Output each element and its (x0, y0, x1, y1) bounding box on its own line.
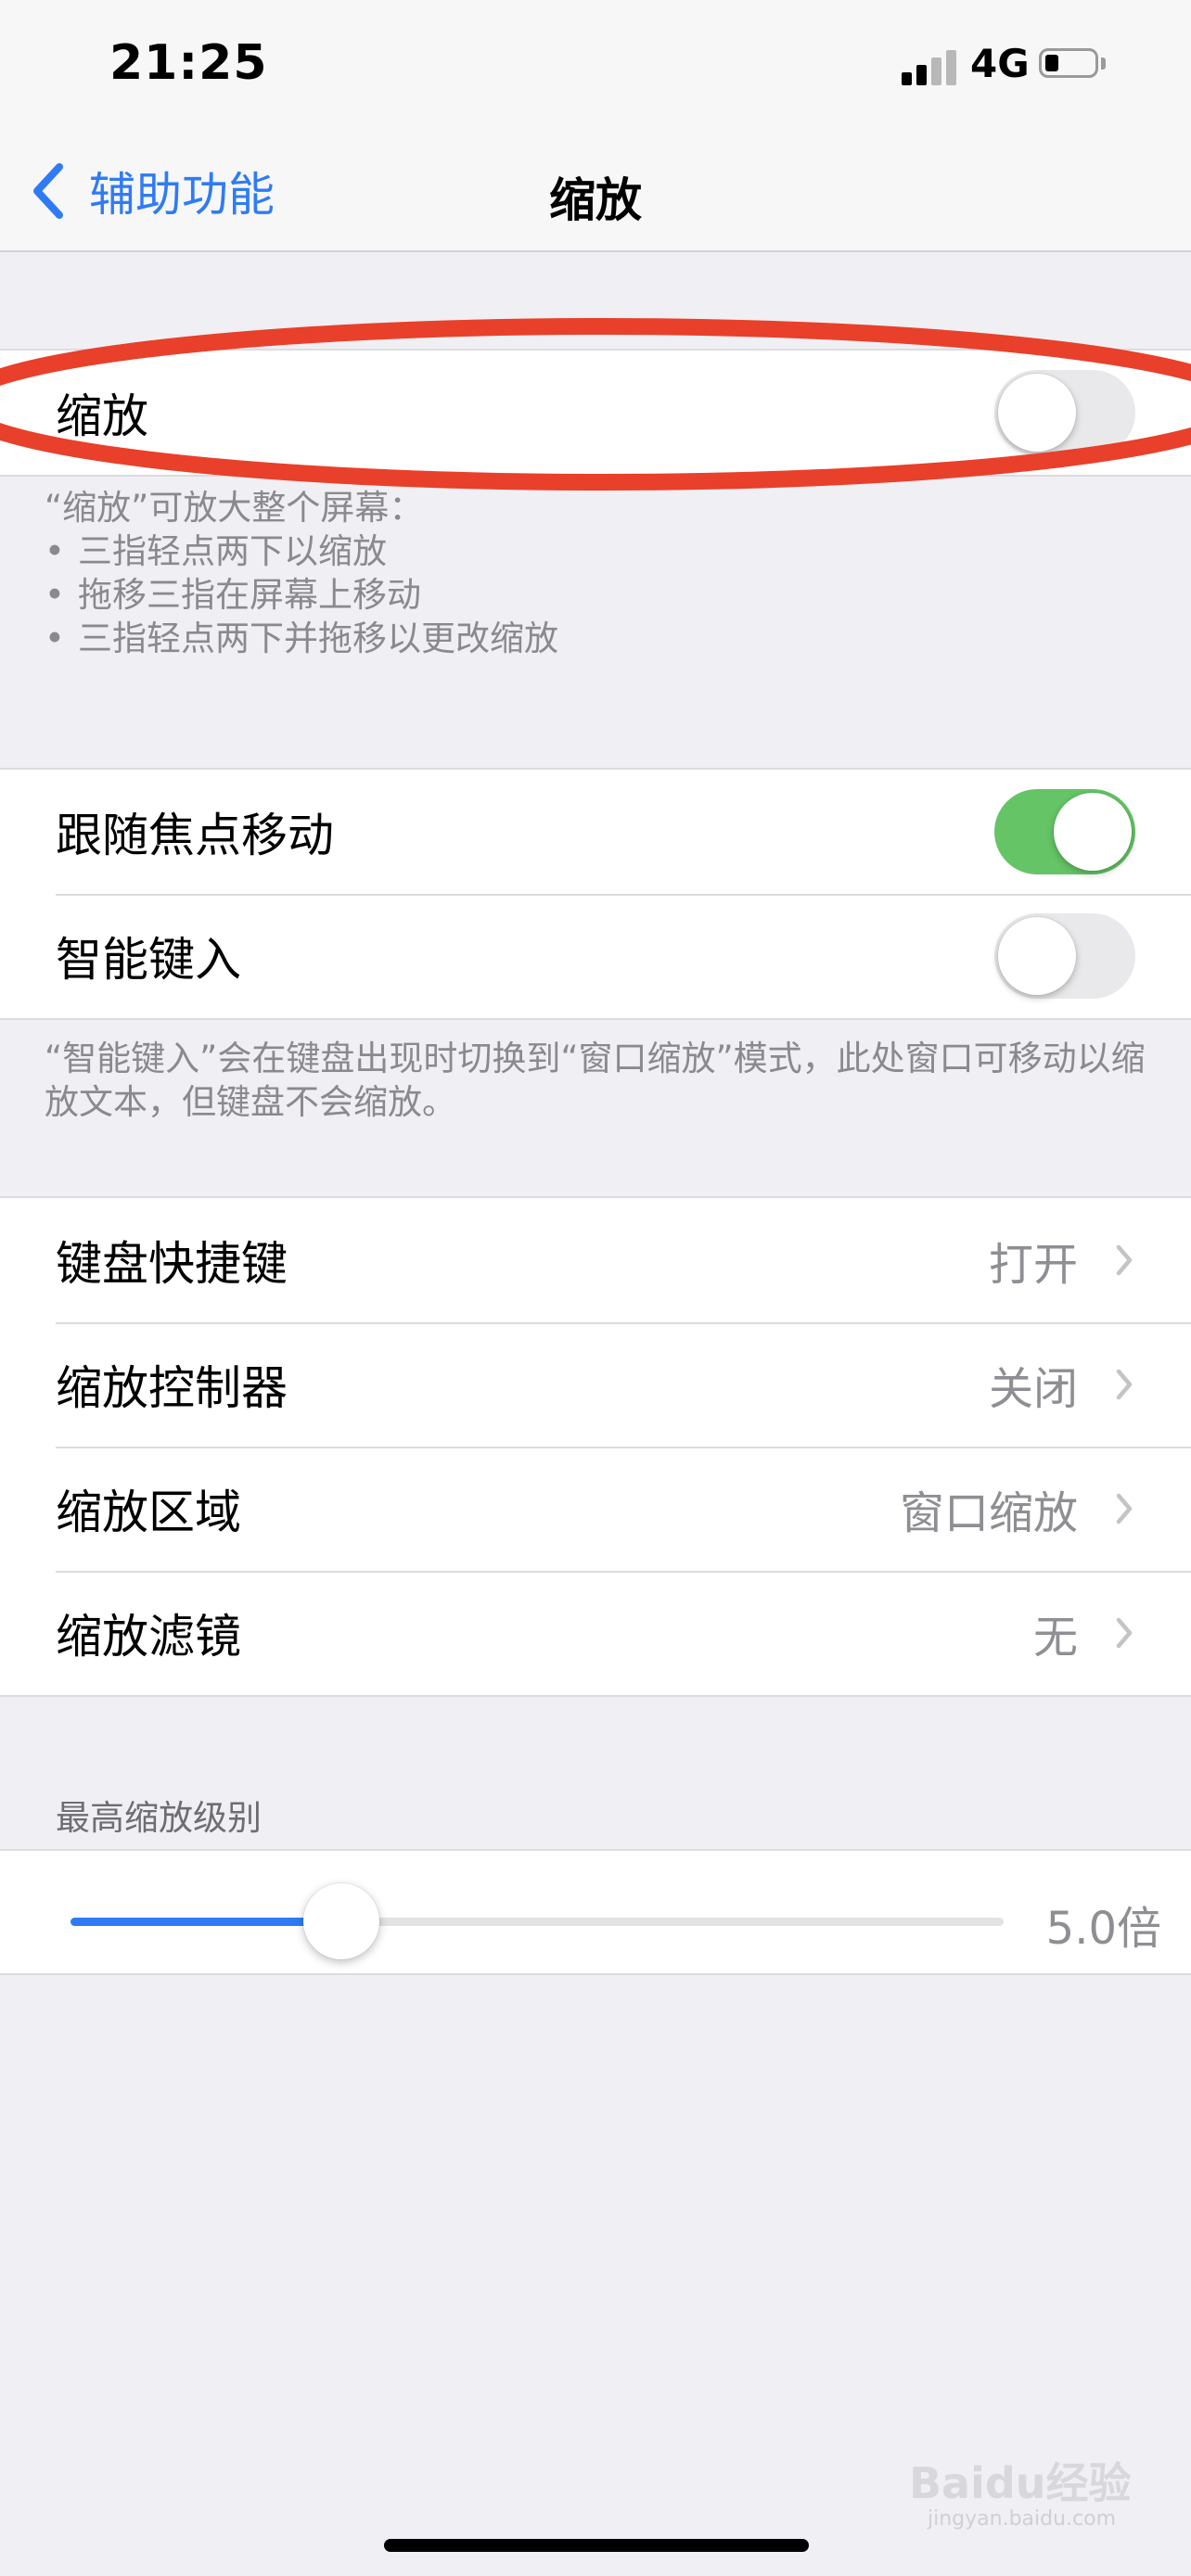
home-indicator[interactable] (384, 2539, 809, 2552)
page-title: 缩放 (549, 173, 642, 227)
watermark-url: jingyan.baidu.com (928, 2507, 1117, 2531)
max-zoom-value: 5.0倍 (1045, 1903, 1161, 1955)
status-time: 21:25 (109, 35, 268, 91)
slider-thumb[interactable] (302, 1883, 379, 1959)
zoom-controller-row[interactable]: 缩放控制器 关闭 (0, 1322, 1191, 1447)
focus-group: 跟随焦点移动 智能键入 (0, 768, 1191, 1020)
chevron-right-icon (1116, 1244, 1133, 1276)
watermark-logo: Baidu经验 (909, 2458, 1132, 2508)
row-label: 缩放区域 (56, 1486, 241, 1539)
gesture-hint: 拖移三指在屏幕上移动 (78, 575, 421, 615)
smart-typing-footer: “智能键入”会在键盘出现时切换到“窗口缩放”模式，此处窗口可移动以缩放文本，但键… (45, 1039, 1146, 1122)
max-zoom-header: 最高缩放级别 (56, 1798, 262, 1838)
max-zoom-group: 5.0倍 (0, 1849, 1191, 1975)
list-item: • 拖移三指在屏幕上移动 (45, 575, 421, 615)
toggle-knob (998, 374, 1076, 452)
gesture-hint: 三指轻点两下并拖移以更改缩放 (78, 618, 558, 658)
zoom-row: 缩放 (0, 351, 1191, 475)
zoom-footer-intro: “缩放”可放大整个屏幕： (45, 488, 424, 528)
zoom-options-group: 键盘快捷键 打开 缩放控制器 关闭 缩放区域 窗口缩放 缩放滤镜 无 (0, 1196, 1191, 1697)
smart-typing-label: 智能键入 (56, 933, 241, 987)
max-zoom-slider[interactable] (70, 1883, 1004, 1959)
battery-icon (1039, 48, 1098, 78)
keyboard-shortcuts-row[interactable]: 键盘快捷键 打开 (0, 1198, 1191, 1322)
gesture-hint: 三指轻点两下以缩放 (78, 531, 387, 571)
zoom-region-row[interactable]: 缩放区域 窗口缩放 (0, 1447, 1191, 1571)
network-type: 4G (970, 41, 1030, 86)
zoom-toggle[interactable] (994, 370, 1135, 455)
zoom-footer: “缩放”可放大整个屏幕： • 三指轻点两下以缩放 • 拖移三指在屏幕上移动 • 三指轻… (45, 486, 1148, 660)
slider-fill (70, 1918, 341, 1926)
chevron-right-icon (1116, 1617, 1133, 1649)
zoom-group: 缩放 (0, 349, 1191, 477)
zoom-filter-row[interactable]: 缩放滤镜 无 (0, 1571, 1191, 1695)
toggle-knob (998, 917, 1076, 995)
row-value: 窗口缩放 (899, 1487, 1078, 1539)
zoom-settings-screen: 21:25 4G 辅助功能 缩放 缩放 “缩放”可放大整个屏幕： • 三指轻点两下… (0, 0, 1191, 2576)
row-value: 打开 (988, 1239, 1078, 1291)
smart-typing-toggle[interactable] (994, 913, 1135, 999)
row-label: 键盘快捷键 (56, 1237, 288, 1291)
follow-focus-label: 跟随焦点移动 (56, 809, 334, 862)
chevron-right-icon (1116, 1369, 1133, 1400)
row-value: 关闭 (988, 1363, 1078, 1415)
smart-typing-row: 智能键入 (0, 894, 1191, 1018)
zoom-label: 缩放 (56, 389, 148, 443)
chevron-right-icon (1116, 1493, 1133, 1524)
toggle-knob (1054, 793, 1132, 871)
list-item: • 三指轻点两下并拖移以更改缩放 (45, 618, 558, 658)
navigation-bar: 辅助功能 缩放 (0, 130, 1191, 252)
row-value: 无 (1032, 1612, 1078, 1664)
cellular-signal-icon (902, 48, 959, 85)
row-label: 缩放控制器 (56, 1361, 288, 1415)
list-item: • 三指轻点两下以缩放 (45, 531, 387, 571)
row-label: 缩放滤镜 (56, 1610, 241, 1664)
follow-focus-toggle[interactable] (994, 789, 1135, 874)
battery-tip-icon (1101, 57, 1106, 70)
status-bar: 21:25 4G (0, 0, 1191, 130)
follow-focus-row: 跟随焦点移动 (0, 770, 1191, 894)
